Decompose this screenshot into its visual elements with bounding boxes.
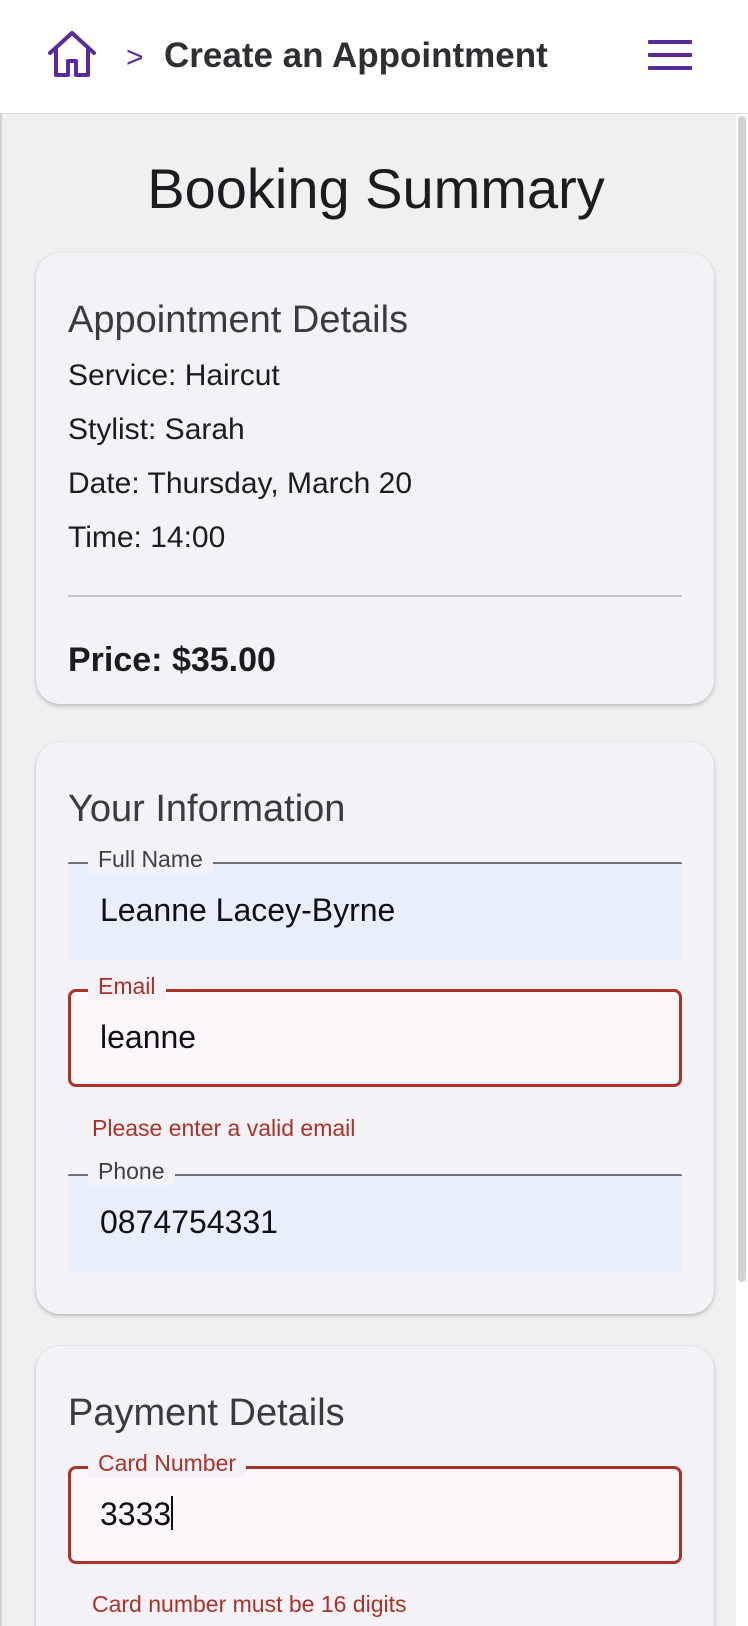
phone-field[interactable]: Phone 0874754331: [68, 1157, 682, 1272]
your-information-heading: Your Information: [68, 788, 346, 830]
vertical-scrollbar[interactable]: [736, 114, 748, 1626]
phone-label: Phone: [88, 1157, 175, 1185]
payment-details-heading: Payment Details: [68, 1392, 345, 1434]
full-name-field[interactable]: Full Name Leanne Lacey-Byrne: [68, 845, 682, 960]
card-number-value: 3333: [100, 1496, 172, 1532]
card-number-error-message: Card number must be 16 digits: [92, 1591, 407, 1617]
email-field[interactable]: Email leanne: [68, 972, 682, 1087]
full-name-value[interactable]: Leanne Lacey-Byrne: [100, 890, 395, 930]
card-number-input-value[interactable]: 3333: [100, 1494, 174, 1534]
text-cursor: [171, 1496, 174, 1530]
price-total: Price: $35.00: [68, 641, 276, 679]
home-icon[interactable]: [46, 29, 98, 79]
stylist-detail: Stylist: Sarah: [68, 413, 245, 446]
card-number-label: Card Number: [88, 1449, 247, 1477]
page-heading: Create an Appointment: [164, 36, 548, 75]
page-title: Booking Summary: [147, 157, 605, 220]
breadcrumb-separator: >: [126, 41, 144, 74]
top-app-bar: > Create an Appointment: [0, 0, 748, 114]
appointment-details-card: Appointment Details Service: Haircut Sty…: [36, 253, 714, 704]
payment-details-card: Payment Details Card Number 3333 Card nu…: [36, 1346, 714, 1626]
service-detail: Service: Haircut: [68, 359, 280, 392]
time-detail: Time: 14:00: [68, 521, 226, 554]
phone-value[interactable]: 0874754331: [100, 1202, 278, 1242]
appointment-details-heading: Appointment Details: [68, 299, 409, 341]
email-value[interactable]: leanne: [100, 1017, 196, 1057]
main-content: Booking Summary Appointment Details Serv…: [0, 114, 748, 1626]
card-number-field[interactable]: Card Number 3333: [68, 1449, 682, 1564]
full-name-label: Full Name: [88, 845, 213, 873]
divider: [68, 595, 682, 597]
date-detail: Date: Thursday, March 20: [68, 467, 413, 500]
scrollbar-thumb[interactable]: [738, 116, 746, 1282]
email-label: Email: [88, 972, 166, 1000]
your-information-card: Your Information Full Name Leanne Lacey-…: [36, 742, 714, 1314]
hamburger-menu-icon[interactable]: [648, 40, 692, 70]
email-error-message: Please enter a valid email: [92, 1115, 356, 1141]
